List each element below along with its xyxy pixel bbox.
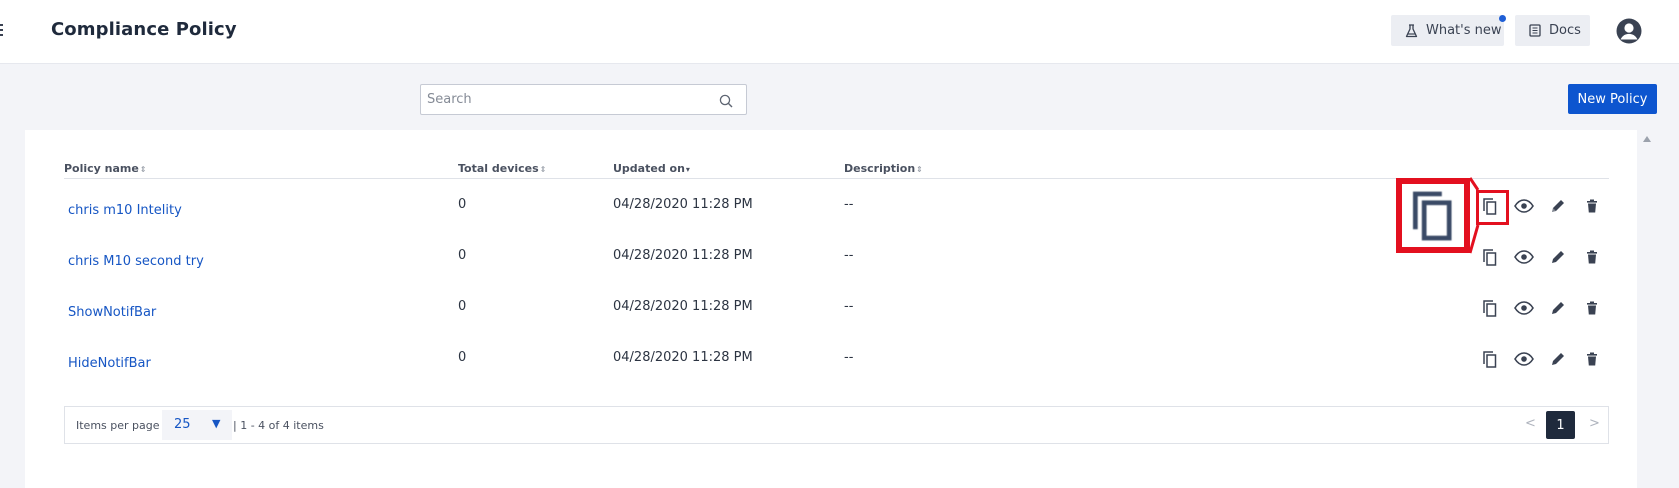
- updated-on-cell: 04/28/2020 11:28 PM: [613, 299, 753, 314]
- row-actions: [1473, 245, 1609, 269]
- pencil-icon[interactable]: [1541, 296, 1575, 320]
- copy-icon-highlight-box: [1476, 190, 1509, 225]
- eye-icon[interactable]: [1507, 194, 1541, 218]
- description-cell: --: [844, 350, 854, 365]
- eye-icon[interactable]: [1507, 347, 1541, 371]
- notification-dot: [1499, 15, 1506, 22]
- search-icon[interactable]: [719, 93, 733, 112]
- scroll-up-arrow[interactable]: [1643, 136, 1651, 142]
- sort-descending-icon: ▾: [685, 165, 690, 174]
- column-header-policy-name[interactable]: Policy name⇕: [64, 162, 147, 175]
- eye-icon[interactable]: [1507, 296, 1541, 320]
- row-actions: [1473, 347, 1609, 371]
- docs-button[interactable]: Docs: [1515, 15, 1590, 46]
- whats-new-label: What's new: [1426, 23, 1502, 38]
- policy-name-link[interactable]: HideNotifBar: [68, 356, 151, 371]
- copy-icon[interactable]: [1473, 296, 1507, 320]
- top-bar: Compliance Policy What's new Docs: [0, 0, 1679, 64]
- sort-icon: ⇕: [139, 165, 147, 174]
- column-header-label: Policy name: [64, 162, 139, 175]
- table-header-divider: [64, 178, 1609, 179]
- copy-icon: [1413, 191, 1452, 240]
- policy-name-link[interactable]: chris M10 second try: [68, 254, 204, 269]
- column-header-updated-on[interactable]: Updated on▾: [613, 162, 690, 175]
- next-page-icon[interactable]: >: [1589, 416, 1600, 431]
- copy-icon[interactable]: [1473, 245, 1507, 269]
- items-per-page-select[interactable]: 25 ▼: [162, 410, 232, 440]
- sort-icon: ⇕: [539, 165, 547, 174]
- items-per-page-value: 25: [174, 417, 191, 432]
- pencil-icon[interactable]: [1541, 194, 1575, 218]
- updated-on-cell: 04/28/2020 11:28 PM: [613, 350, 753, 365]
- column-header-label: Total devices: [458, 162, 539, 175]
- eye-icon[interactable]: [1507, 245, 1541, 269]
- column-header-label: Description: [844, 162, 916, 175]
- total-devices-cell: 0: [458, 248, 467, 263]
- pagination-bar: Items per page 25 ▼ | 1 - 4 of 4 items <…: [64, 406, 1609, 444]
- search-input[interactable]: [427, 89, 707, 110]
- caret-down-icon: ▼: [212, 417, 221, 430]
- description-cell: --: [844, 197, 854, 212]
- book-icon: [1529, 24, 1541, 37]
- copy-icon[interactable]: [1473, 347, 1507, 371]
- row-actions: [1473, 296, 1609, 320]
- copy-icon-zoom-callout: [1396, 178, 1470, 253]
- user-avatar-icon[interactable]: [1616, 18, 1642, 44]
- description-cell: --: [844, 248, 854, 263]
- trash-icon[interactable]: [1575, 194, 1609, 218]
- menu-icon[interactable]: [0, 24, 4, 36]
- description-cell: --: [844, 299, 854, 314]
- trash-icon[interactable]: [1575, 296, 1609, 320]
- items-per-page-label: Items per page: [76, 419, 160, 432]
- docs-label: Docs: [1549, 23, 1581, 38]
- pencil-icon[interactable]: [1541, 347, 1575, 371]
- column-header-total-devices[interactable]: Total devices⇕: [458, 162, 546, 175]
- whats-new-button[interactable]: What's new: [1391, 15, 1504, 46]
- column-header-label: Updated on: [613, 162, 685, 175]
- updated-on-cell: 04/28/2020 11:28 PM: [613, 248, 753, 263]
- trash-icon[interactable]: [1575, 347, 1609, 371]
- column-header-description[interactable]: Description⇕: [844, 162, 923, 175]
- policy-name-link[interactable]: ShowNotifBar: [68, 305, 156, 320]
- page-number-button[interactable]: 1: [1546, 411, 1575, 439]
- items-range-text: | 1 - 4 of 4 items: [233, 419, 324, 432]
- new-policy-button[interactable]: New Policy: [1568, 84, 1657, 114]
- search-field[interactable]: [420, 84, 747, 115]
- sort-icon: ⇕: [916, 165, 923, 174]
- updated-on-cell: 04/28/2020 11:28 PM: [613, 197, 753, 212]
- pencil-icon[interactable]: [1541, 245, 1575, 269]
- total-devices-cell: 0: [458, 299, 467, 314]
- page-title: Compliance Policy: [51, 19, 237, 40]
- previous-page-icon[interactable]: <: [1525, 416, 1536, 431]
- flask-icon: [1405, 23, 1418, 38]
- total-devices-cell: 0: [458, 197, 467, 212]
- trash-icon[interactable]: [1575, 245, 1609, 269]
- policy-name-link[interactable]: chris m10 Intelity: [68, 203, 182, 218]
- total-devices-cell: 0: [458, 350, 467, 365]
